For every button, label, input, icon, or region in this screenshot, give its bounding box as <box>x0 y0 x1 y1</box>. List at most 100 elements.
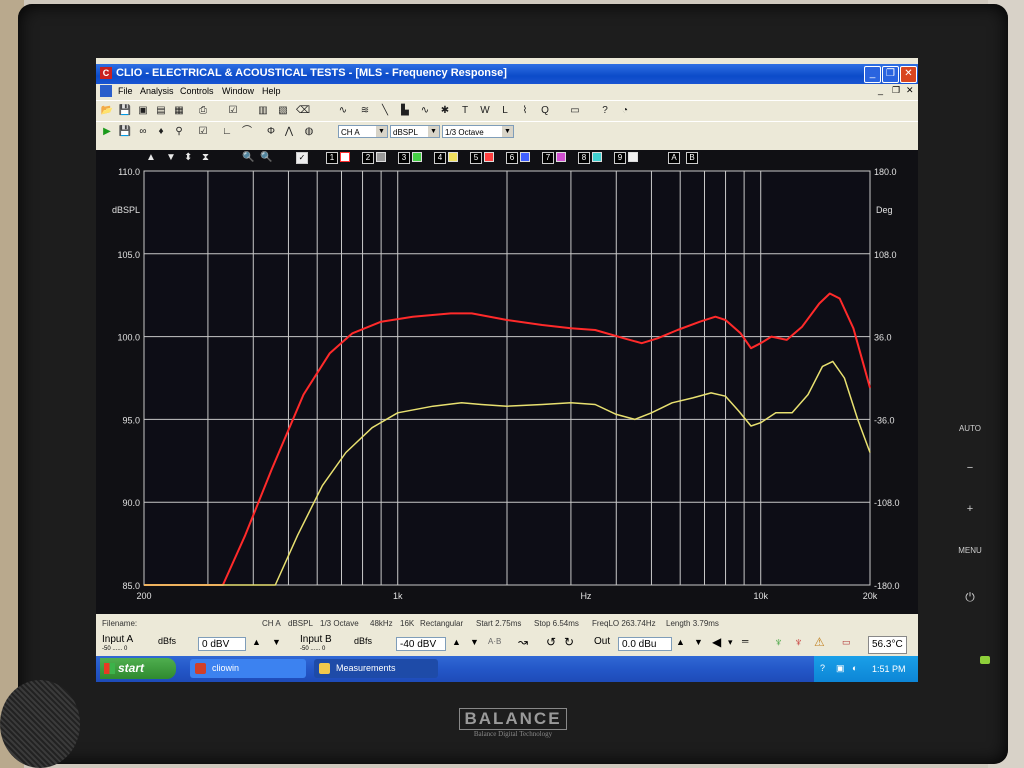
curve-4-checkbox[interactable] <box>448 152 458 162</box>
waterfall-icon[interactable]: ▙ <box>398 104 412 118</box>
main-curve-checkbox[interactable]: ✓ <box>296 152 308 164</box>
monitor-icon[interactable]: ▭ <box>568 104 582 118</box>
phantom-a-icon[interactable]: ↺ <box>546 635 556 649</box>
help-tray-icon[interactable]: ? <box>820 663 825 673</box>
output-level-field[interactable]: 0.0 dBu <box>618 637 672 651</box>
wow-icon[interactable]: W <box>478 104 492 118</box>
output-down-icon[interactable]: ▼ <box>694 637 703 647</box>
marker-a-button[interactable]: A <box>668 152 680 164</box>
start-button[interactable]: start <box>100 658 176 679</box>
notes-icon[interactable]: ☑ <box>226 104 240 118</box>
mdi-close-button[interactable]: ✕ <box>906 85 914 96</box>
phase-icon[interactable]: Φ <box>264 125 278 139</box>
input-b-up-icon[interactable]: ▲ <box>452 637 461 647</box>
maximize-button[interactable]: ❐ <box>882 66 899 83</box>
mls-icon[interactable]: ≋ <box>358 104 372 118</box>
monitor-minus-button[interactable]: − <box>950 462 990 474</box>
scope-icon[interactable]: ▧ <box>276 104 290 118</box>
input-b-down-icon[interactable]: ▼ <box>470 637 479 647</box>
play-icon[interactable]: ▶ <box>100 125 114 139</box>
sweep-icon[interactable]: ∿ <box>418 104 432 118</box>
input-b-range-field[interactable]: -40 dBV <box>396 637 446 651</box>
link-icon[interactable]: ⚲ <box>172 125 186 139</box>
meter-icon[interactable]: ▭ <box>842 637 851 648</box>
mdi-restore-button[interactable]: ❐ <box>892 85 900 96</box>
menu-file[interactable]: File <box>118 86 133 96</box>
output-up-icon[interactable]: ▲ <box>676 637 685 647</box>
print-icon[interactable]: ⎙ <box>196 104 210 118</box>
time-domain-icon[interactable]: ∟ <box>220 125 234 139</box>
task-measurements[interactable]: Measurements <box>314 659 438 678</box>
curve-1-checkbox[interactable] <box>340 152 350 162</box>
save-curve-icon[interactable]: 💾 <box>118 125 132 139</box>
fft-icon[interactable]: ∿ <box>336 104 350 118</box>
help-icon[interactable]: ? <box>598 104 612 118</box>
smoothing-select[interactable]: 1/3 Octave ▼ <box>442 125 514 138</box>
output-menu-icon[interactable]: ▾ <box>728 637 733 648</box>
curve-8-checkbox[interactable] <box>592 152 602 162</box>
marker-b-button[interactable]: B <box>686 152 698 164</box>
curve-7-checkbox[interactable] <box>556 152 566 162</box>
scale-up-icon[interactable]: ▲ <box>146 152 156 163</box>
out-microphone-icon[interactable]: ♆ <box>794 635 803 649</box>
task-cliowin[interactable]: cliowin <box>190 659 306 678</box>
smoothing-icon[interactable]: ◍ <box>302 125 316 139</box>
open-icon[interactable]: 📂 <box>100 104 114 118</box>
polar-icon[interactable]: ✱ <box>438 104 452 118</box>
menu-window[interactable]: Window <box>222 86 254 96</box>
settings-check-icon[interactable]: ☑ <box>196 125 210 139</box>
channel-select[interactable]: CH A ▼ <box>338 125 388 138</box>
group-delay-icon[interactable]: ⋀ <box>282 125 296 139</box>
curve-5-checkbox[interactable] <box>484 152 494 162</box>
signal-icon[interactable]: ⚠ <box>814 635 825 649</box>
monitor-auto-button[interactable]: AUTO <box>950 424 990 433</box>
network-tray-icon[interactable]: ▣ <box>836 663 845 674</box>
input-a-range-field[interactable]: 0 dBV <box>198 637 246 651</box>
curve-2-checkbox[interactable] <box>376 152 386 162</box>
output-speaker-icon[interactable]: ◀ <box>712 635 721 649</box>
curve-9-checkbox[interactable] <box>628 152 638 162</box>
curve-3-checkbox[interactable] <box>412 152 422 162</box>
output-mode-icon[interactable]: ═ <box>742 636 748 646</box>
ts-params-icon[interactable]: T <box>458 104 472 118</box>
mdi-minimize-button[interactable]: _ <box>878 85 883 95</box>
input-a-up-icon[interactable]: ▲ <box>252 637 261 647</box>
quality-control-icon[interactable]: Q <box>538 104 552 118</box>
minimize-button[interactable]: _ <box>864 66 881 83</box>
close-button[interactable]: ✕ <box>900 66 917 83</box>
eraser-icon[interactable]: ⌫ <box>296 104 310 118</box>
menu-controls[interactable]: Controls <box>180 86 214 96</box>
zoom-out-icon[interactable]: 🔍 <box>260 152 272 163</box>
in-microphone-icon[interactable]: ♆ <box>774 635 783 649</box>
input-a-down-icon[interactable]: ▼ <box>272 637 281 647</box>
autoscale-icon[interactable]: ⧗ <box>202 152 209 163</box>
monitor-plus-button[interactable]: + <box>950 503 990 515</box>
scale-down-icon[interactable]: ▼ <box>166 152 176 163</box>
clock[interactable]: 1:51 PM <box>872 664 906 674</box>
acoustics-icon[interactable]: ⌇ <box>518 104 532 118</box>
menu-analysis[interactable]: Analysis <box>140 86 174 96</box>
menu-help[interactable]: Help <box>262 86 281 96</box>
save-icon[interactable]: 💾 <box>118 104 132 118</box>
volume-tray-icon[interactable]: ◐ <box>852 663 857 673</box>
frequency-response-chart[interactable]: 110.0 105.0 100.0 95.0 90.0 85.0 180.0 108.0 36.… <box>96 167 918 614</box>
generator-wave-icon[interactable]: ↝ <box>518 635 528 649</box>
loop-icon[interactable]: ∞ <box>136 125 150 139</box>
monitor-menu-button[interactable]: MENU <box>950 546 990 555</box>
phantom-b-icon[interactable]: ↻ <box>564 635 574 649</box>
multimeter-icon[interactable]: ▥ <box>256 104 270 118</box>
speaker-icon[interactable]: ◔ <box>618 104 632 118</box>
copy-icon[interactable]: ▦ <box>172 104 186 118</box>
leq-icon[interactable]: L <box>498 104 512 118</box>
sinusoidal-icon[interactable]: ╲ <box>378 104 392 118</box>
microphone-icon[interactable]: ♦ <box>154 125 168 139</box>
move-updown-icon[interactable]: ⬍ <box>184 152 192 163</box>
ab-link-icon[interactable]: A·B <box>488 637 501 646</box>
zoom-in-icon[interactable]: 🔍 <box>242 152 254 163</box>
export-icon[interactable]: ▤ <box>154 104 168 118</box>
monitor-power-icon[interactable]: ⏻ <box>950 590 990 605</box>
curve-6-checkbox[interactable] <box>520 152 530 162</box>
unit-select[interactable]: dBSPL ▼ <box>390 125 440 138</box>
impulse-icon[interactable]: ⌒ <box>240 125 254 139</box>
save-as-icon[interactable]: ▣ <box>136 104 150 118</box>
